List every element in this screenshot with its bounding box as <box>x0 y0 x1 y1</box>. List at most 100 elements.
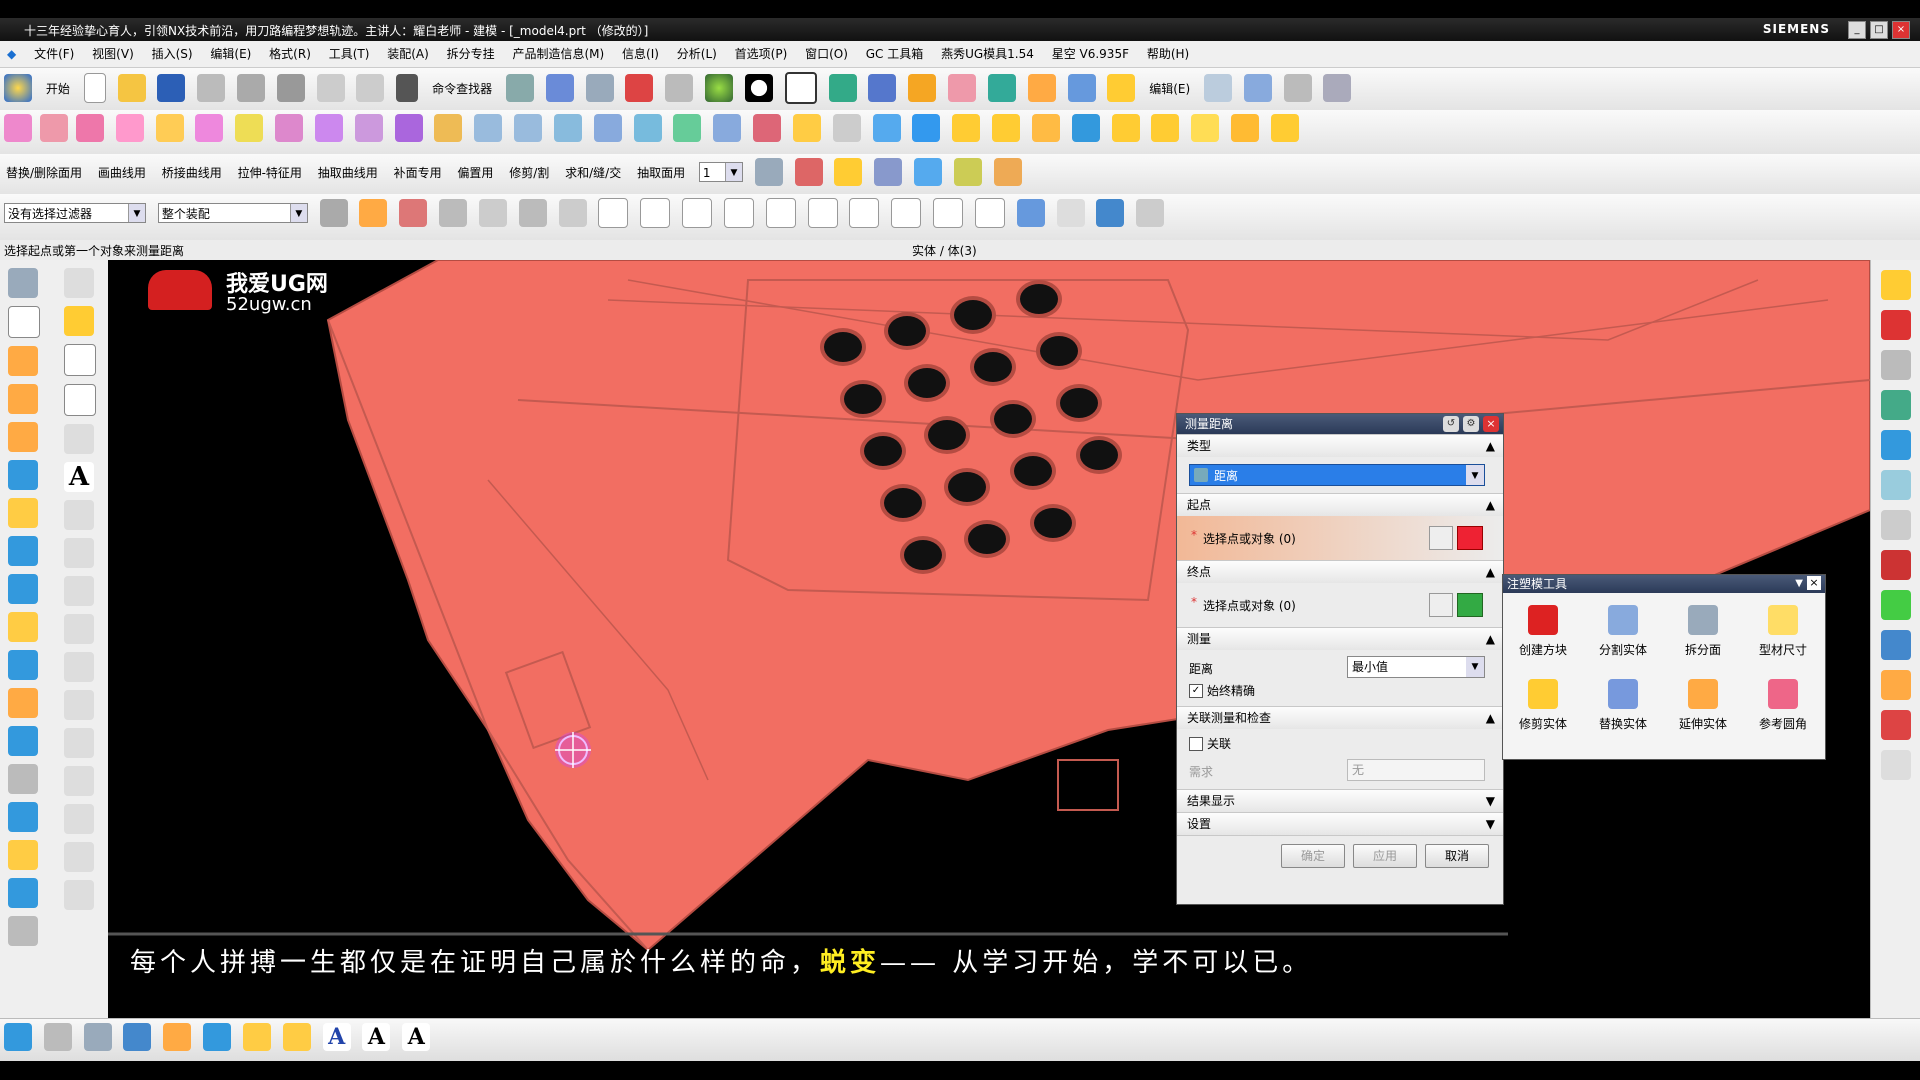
array-icon[interactable] <box>872 114 901 142</box>
minimize-button[interactable]: _ <box>1848 21 1866 39</box>
quadrant-icon[interactable] <box>933 198 964 228</box>
associative-checkbox[interactable] <box>1189 737 1203 751</box>
menu-help[interactable]: 帮助(H) <box>1140 41 1196 67</box>
start-section-header[interactable]: 起点 ▲ <box>1177 493 1503 516</box>
polygon-icon[interactable] <box>64 500 94 530</box>
thicken-icon[interactable] <box>394 114 423 142</box>
maximize-button[interactable]: □ <box>1870 21 1888 39</box>
bom-icon[interactable] <box>1191 114 1220 142</box>
palette-icon[interactable] <box>1881 710 1911 740</box>
split-curve-icon[interactable] <box>64 804 94 834</box>
reuse-library-icon[interactable] <box>1881 390 1911 420</box>
draft-side-icon[interactable] <box>8 840 38 870</box>
menu-yanxiu[interactable]: 燕秀UG模具1.54 <box>934 41 1041 67</box>
angle-icon[interactable] <box>993 158 1022 186</box>
sheet-icon[interactable] <box>1243 74 1272 102</box>
undo-select-icon[interactable] <box>439 199 468 227</box>
wcs-origin-icon[interactable] <box>914 158 943 186</box>
open-folder-icon[interactable] <box>117 74 146 102</box>
menu-xingkong[interactable]: 星空 V6.935F <box>1045 41 1136 67</box>
draft-icon[interactable] <box>434 114 463 142</box>
extend-body-tool[interactable]: 延伸实体 <box>1663 679 1743 732</box>
intersection-icon[interactable] <box>765 198 796 228</box>
wcs-icon[interactable] <box>828 74 857 102</box>
box-select-icon[interactable] <box>478 199 507 227</box>
assembly-icon[interactable] <box>1067 74 1096 102</box>
trim-body-icon[interactable] <box>8 688 38 718</box>
replace-icon[interactable] <box>792 114 821 142</box>
dimension-icon[interactable] <box>4 1023 32 1051</box>
rect-select-icon[interactable] <box>558 199 587 227</box>
sew-icon[interactable] <box>115 114 144 142</box>
snap-icon[interactable] <box>545 74 574 102</box>
display-mode-icon[interactable] <box>744 74 773 102</box>
revolve-side-icon[interactable] <box>8 384 38 414</box>
arc-icon[interactable] <box>64 424 94 454</box>
cooling-icon[interactable] <box>1151 114 1180 142</box>
layer-move-icon[interactable] <box>794 158 823 186</box>
layer-settings-icon[interactable] <box>754 158 783 186</box>
mirror-icon[interactable] <box>8 764 38 794</box>
close-icon[interactable]: × <box>1483 416 1499 432</box>
history-icon[interactable] <box>1881 470 1911 500</box>
chamfer-icon[interactable] <box>8 650 38 680</box>
annotation-icon[interactable]: A <box>322 1023 351 1051</box>
menu-tools[interactable]: 工具(T) <box>322 41 377 67</box>
assembly-navigator-icon[interactable] <box>1881 270 1911 300</box>
spline-icon[interactable] <box>64 576 94 606</box>
hole-icon[interactable] <box>8 422 38 452</box>
mesh-icon[interactable] <box>514 114 543 142</box>
mold-base-icon[interactable] <box>1071 114 1100 142</box>
constraint-navigator-icon[interactable] <box>1881 310 1911 340</box>
ruler-icon[interactable] <box>953 158 982 186</box>
trim-icon[interactable] <box>1283 74 1312 102</box>
app-icon[interactable]: ◆ <box>0 41 23 67</box>
type-section-header[interactable]: 类型 ▲ <box>1177 434 1503 457</box>
profile-icon[interactable] <box>64 268 94 298</box>
text-icon[interactable]: A <box>64 462 94 492</box>
stock-size-tool[interactable]: 型材尺寸 <box>1743 605 1823 658</box>
palette-title-bar[interactable]: 注塑模工具 ▼ × <box>1503 575 1825 593</box>
tb-offset[interactable]: 偏置用 <box>457 164 493 181</box>
sew-side-icon[interactable] <box>8 878 38 908</box>
more-icon[interactable] <box>1881 750 1911 780</box>
start-button[interactable]: 开始 <box>46 80 70 97</box>
bridge-icon[interactable] <box>713 114 742 142</box>
text-size-icon[interactable]: A <box>402 1023 431 1051</box>
box-icon[interactable] <box>1027 74 1056 102</box>
tb-extrude-feature[interactable]: 拉伸-特征用 <box>238 164 302 181</box>
menu-edit[interactable]: 编辑(E) <box>203 41 258 67</box>
datum-icon[interactable] <box>987 74 1016 102</box>
paste-icon[interactable] <box>276 74 305 102</box>
tb-replace-delete[interactable]: 替换/删除面用 <box>6 164 82 181</box>
reference-blend-tool[interactable]: 参考圆角 <box>1743 679 1823 732</box>
command-finder-button[interactable]: 命令查找器 <box>432 80 492 97</box>
split-face-tool[interactable]: 拆分面 <box>1663 605 1743 658</box>
always-precise-checkbox[interactable]: ✓ <box>1189 684 1203 698</box>
visualization-icon[interactable] <box>1881 590 1911 620</box>
menu-analysis[interactable]: 分析(L) <box>670 41 724 67</box>
boolean-icon[interactable] <box>8 498 38 528</box>
roles-icon[interactable] <box>1881 670 1911 700</box>
edit-menu-button[interactable]: 编辑(E) <box>1149 80 1190 97</box>
project-curve-icon[interactable] <box>64 652 94 682</box>
layer-icon[interactable] <box>242 1023 271 1051</box>
patch-icon[interactable] <box>8 916 38 946</box>
apply-button[interactable]: 应用 <box>1353 844 1417 868</box>
distance-mode-select[interactable]: 最小值 ▼ <box>1347 656 1485 678</box>
arrow-up-icon[interactable] <box>1270 114 1299 142</box>
settings-icon[interactable] <box>1231 114 1260 142</box>
offset-curve-icon[interactable] <box>64 690 94 720</box>
type-filter-select[interactable]: 没有选择过滤器 ▼ <box>4 203 146 223</box>
drafting-icon[interactable] <box>43 1023 72 1051</box>
menu-format[interactable]: 格式(R) <box>262 41 318 67</box>
move-icon[interactable] <box>585 74 614 102</box>
save-icon[interactable] <box>157 74 186 102</box>
type-select[interactable]: 距离 ▼ <box>1189 464 1485 486</box>
intersect-icon[interactable] <box>314 114 343 142</box>
unite-icon[interactable] <box>235 114 264 142</box>
reset-icon[interactable]: ↺ <box>1443 416 1459 432</box>
point-on-curve-icon[interactable] <box>974 198 1005 228</box>
measure-section-header[interactable]: 测量 ▲ <box>1177 627 1503 650</box>
close-icon[interactable]: × <box>1807 576 1821 590</box>
